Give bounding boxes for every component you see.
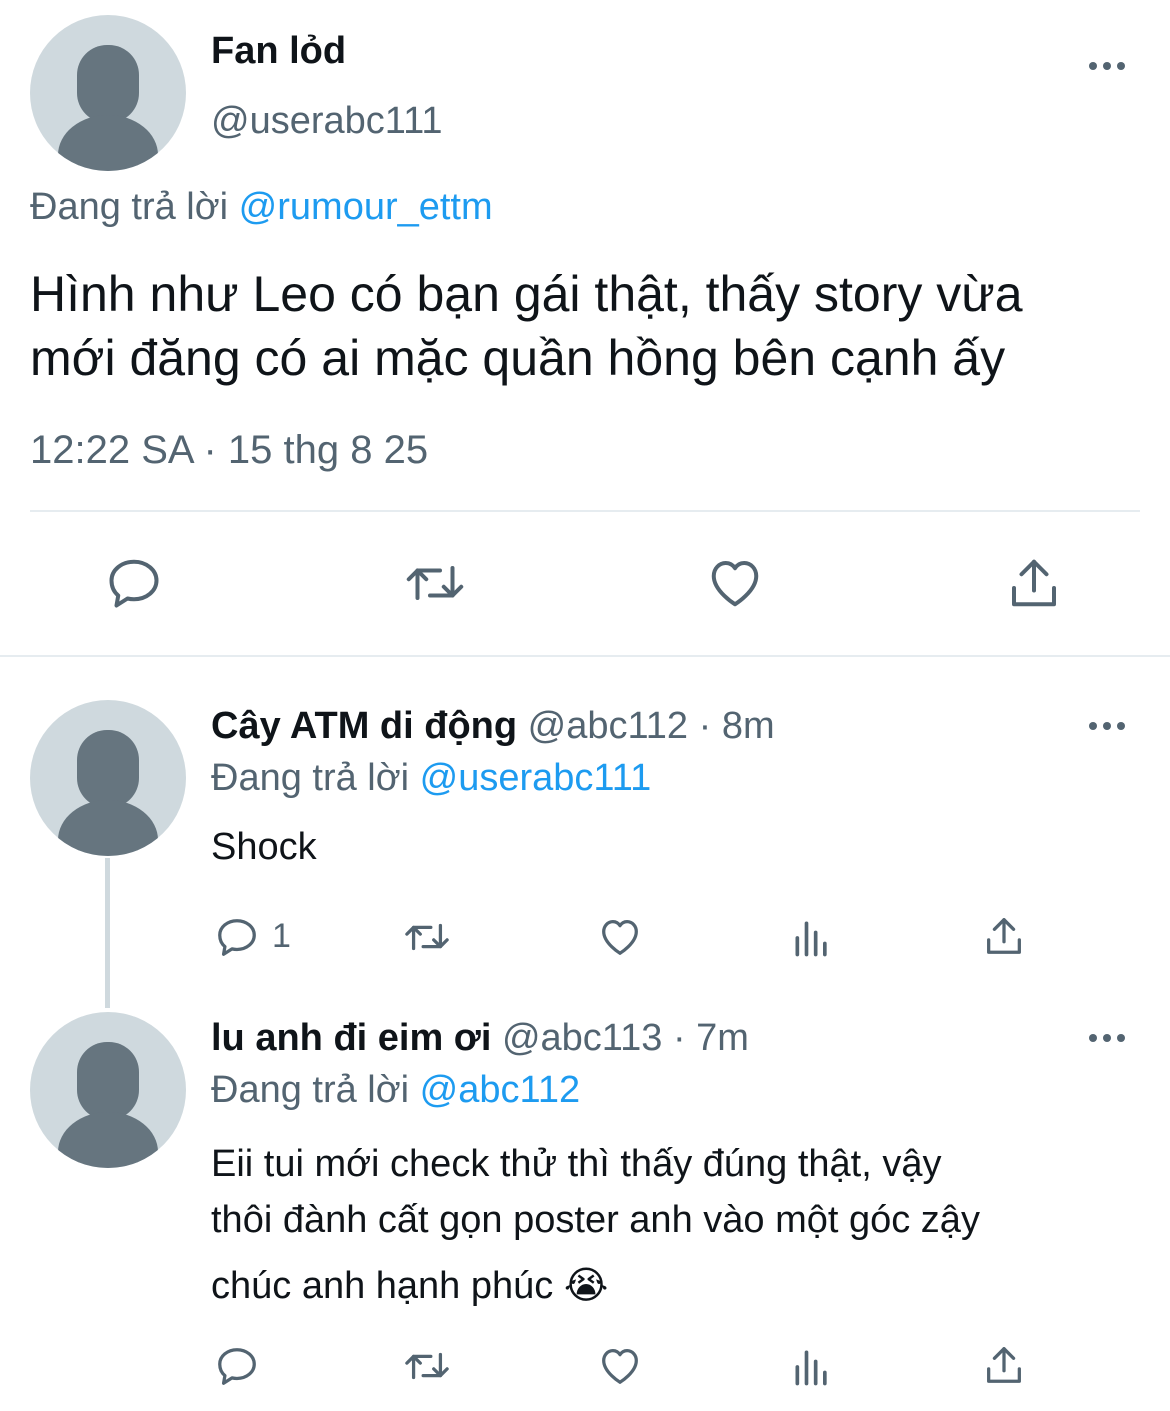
replying-to-line: Đang trả lời @rumour_ettm bbox=[30, 186, 493, 229]
retweet-icon[interactable] bbox=[401, 914, 453, 960]
author-handle[interactable]: @abc112 bbox=[528, 705, 688, 747]
more-icon[interactable] bbox=[1089, 1034, 1125, 1042]
tweet-text-line: Hình như Leo có bạn gái thật, thấy story… bbox=[30, 266, 1023, 322]
author-handle[interactable]: @abc113 bbox=[502, 1017, 662, 1059]
reply-text-line: thôi đành cất gọn poster anh vào một góc… bbox=[211, 1199, 980, 1241]
divider bbox=[30, 510, 1140, 512]
more-icon[interactable] bbox=[1089, 62, 1125, 70]
reply-time[interactable]: · 8m bbox=[699, 705, 775, 747]
tweet-text-line: mới đăng có ai mặc quần hồng bên cạnh ấy bbox=[30, 330, 1006, 386]
reply-header: lu anh đi eim ơi @abc113 · 7m bbox=[211, 1017, 749, 1060]
replying-prefix: Đang trả lời bbox=[30, 186, 229, 228]
author-name[interactable]: Fan lỏd bbox=[211, 30, 346, 73]
author-name[interactable]: lu anh đi eim ơi bbox=[211, 1017, 491, 1059]
tweet-timestamp[interactable]: 12:22 SA · 15 thg 8 25 bbox=[30, 428, 428, 473]
views-icon[interactable] bbox=[790, 916, 834, 960]
heart-icon[interactable] bbox=[597, 914, 643, 960]
replying-prefix: Đang trả lời bbox=[211, 1069, 410, 1111]
more-icon[interactable] bbox=[1089, 722, 1125, 730]
reply-text: Shock bbox=[211, 826, 317, 868]
reply-icon[interactable] bbox=[214, 1343, 260, 1389]
avatar[interactable] bbox=[30, 700, 186, 856]
replying-prefix: Đang trả lời bbox=[211, 757, 410, 799]
heart-icon[interactable] bbox=[597, 1343, 643, 1389]
reply-time[interactable]: · 7m bbox=[673, 1017, 749, 1059]
replying-to-line: Đang trả lời @abc112 bbox=[211, 1069, 580, 1112]
replying-to-link[interactable]: @userabc111 bbox=[420, 757, 652, 799]
retweet-icon[interactable] bbox=[402, 553, 468, 613]
views-icon[interactable] bbox=[790, 1345, 834, 1389]
reply-header: Cây ATM di động @abc112 · 8m bbox=[211, 705, 775, 748]
author-name[interactable]: Cây ATM di động bbox=[211, 705, 517, 747]
reply-icon[interactable] bbox=[214, 914, 260, 960]
share-icon[interactable] bbox=[981, 913, 1027, 959]
retweet-icon[interactable] bbox=[401, 1343, 453, 1389]
heart-icon[interactable] bbox=[705, 553, 765, 613]
share-icon[interactable] bbox=[1004, 553, 1064, 613]
share-icon[interactable] bbox=[981, 1342, 1027, 1388]
author-handle[interactable]: @userabc111 bbox=[211, 100, 443, 143]
replying-to-link[interactable]: @abc112 bbox=[420, 1069, 580, 1111]
avatar[interactable] bbox=[30, 1012, 186, 1168]
reply-text: Eii tui mới check thử thì thấy đúng thật… bbox=[211, 1136, 980, 1314]
thread-line bbox=[105, 858, 110, 1008]
section-divider bbox=[0, 655, 1170, 657]
reply-icon[interactable] bbox=[104, 553, 164, 613]
avatar[interactable] bbox=[30, 15, 186, 171]
replying-to-link[interactable]: @rumour_ettm bbox=[239, 186, 493, 228]
tweet-text: Hình như Leo có bạn gái thật, thấy story… bbox=[30, 262, 1023, 390]
replying-to-line: Đang trả lời @userabc111 bbox=[211, 757, 651, 800]
reply-text-line: chúc anh hạnh phúc 😭 bbox=[211, 1265, 609, 1307]
reply-text-line: Eii tui mới check thử thì thấy đúng thật… bbox=[211, 1143, 942, 1185]
reply-count: 1 bbox=[272, 917, 291, 955]
